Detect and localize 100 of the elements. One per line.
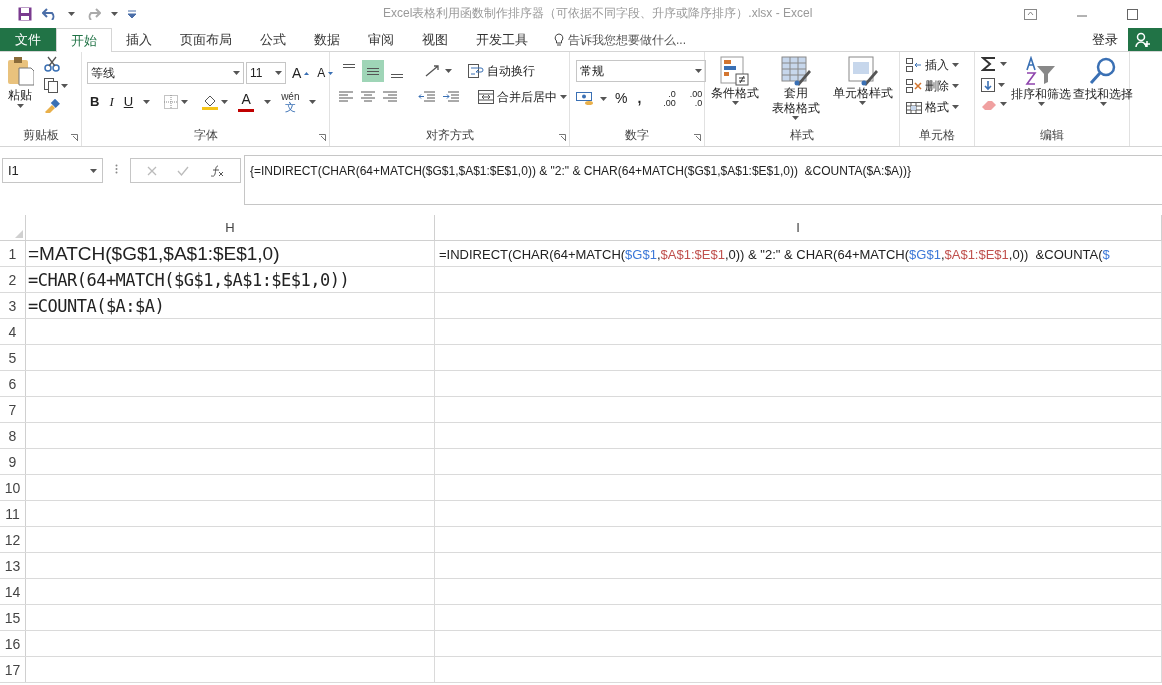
dialog-launcher-icon[interactable] [559, 134, 566, 141]
increase-decimal-button[interactable]: .0 .00 [655, 89, 676, 108]
caret-icon[interactable] [221, 100, 229, 104]
column-header[interactable]: H [26, 215, 435, 240]
caret-icon[interactable] [952, 84, 959, 88]
formula-field[interactable]: {=INDIRECT(CHAR(64+MATCH($G$1,$A$1:$E$1,0)) & "2:" & CHAR(64+MATCH($G$1,$A$1:$E$1,0)) &COUNTA($A:$A))} [244, 155, 1162, 205]
row-header[interactable]: 15 [0, 605, 26, 630]
caret-icon[interactable] [1037, 102, 1045, 106]
comma-button[interactable]: , [637, 88, 642, 109]
caret-icon[interactable] [68, 12, 75, 16]
row-header[interactable]: 12 [0, 527, 26, 552]
decrease-indent-icon[interactable] [418, 91, 436, 103]
caret-icon[interactable] [111, 12, 118, 16]
fill-down-icon[interactable] [981, 78, 995, 92]
ribbon-tab[interactable]: 页面布局 [166, 28, 246, 51]
format-cells-button[interactable]: 格式 [906, 98, 959, 116]
caret-icon[interactable] [445, 69, 452, 73]
row-header[interactable]: 2 [0, 267, 26, 292]
caret-icon[interactable] [731, 101, 739, 105]
tell-me-field[interactable]: 告诉我您想要做什么... [568, 30, 728, 49]
row-header[interactable]: 10 [0, 475, 26, 500]
format-painter-icon[interactable] [44, 99, 60, 113]
bold-button[interactable]: B [90, 92, 100, 112]
conditional-format-button[interactable]: 条件格式 [705, 52, 766, 126]
dialog-launcher-icon[interactable] [71, 134, 78, 141]
ribbon-tab[interactable]: 视图 [408, 28, 462, 51]
caret-icon[interactable] [61, 83, 68, 88]
ribbon-tab[interactable]: 文件 [0, 28, 56, 51]
font-name-dropdown[interactable]: 等线 [87, 62, 244, 84]
ribbon-tab[interactable]: 插入 [112, 28, 166, 51]
maximize-icon[interactable] [1127, 8, 1138, 20]
merge-center-button[interactable]: 合并后居中 [478, 88, 567, 106]
delete-cells-button[interactable]: 删除 [906, 77, 959, 95]
percent-button[interactable]: % [615, 88, 628, 109]
shrink-font-button[interactable]: A [317, 64, 334, 82]
caret-icon[interactable] [181, 100, 189, 104]
row-header[interactable]: 6 [0, 371, 26, 396]
caret-icon[interactable] [16, 104, 24, 108]
row-header[interactable]: 11 [0, 501, 26, 526]
save-icon[interactable] [18, 7, 32, 21]
font-size-dropdown[interactable]: 11 [246, 62, 286, 84]
cell-styles-button[interactable]: 单元格样式 [826, 52, 899, 126]
row-header[interactable]: 1 [0, 241, 26, 266]
row-header[interactable]: 5 [0, 345, 26, 370]
dialog-launcher-icon[interactable] [319, 134, 326, 141]
customize-icon[interactable] [128, 10, 136, 18]
caret-icon[interactable] [264, 100, 272, 104]
caret-icon[interactable] [1099, 102, 1107, 106]
phonetic-button[interactable]: wén 文 [281, 92, 300, 112]
grow-font-button[interactable]: A [292, 62, 310, 84]
ribbon-tab[interactable]: 开始 [56, 28, 112, 52]
lightbulb-icon[interactable] [554, 32, 564, 47]
row-header[interactable]: 4 [0, 319, 26, 344]
number-format-dropdown[interactable]: 常规 [576, 60, 706, 82]
row-header[interactable]: 7 [0, 397, 26, 422]
row-header[interactable]: 9 [0, 449, 26, 474]
fill-color-icon[interactable] [202, 94, 219, 110]
ribbon-tab[interactable]: 审阅 [354, 28, 408, 51]
share-button[interactable] [1128, 28, 1162, 51]
caret-icon[interactable] [792, 116, 800, 120]
caret-icon[interactable] [90, 168, 97, 173]
caret-icon[interactable] [998, 83, 1005, 87]
scissors-icon[interactable] [44, 56, 60, 72]
ribbon-display-icon[interactable] [1024, 8, 1037, 20]
font-color-button[interactable]: A [238, 92, 255, 112]
underline-button[interactable]: U [123, 92, 134, 112]
middle-align-button[interactable] [362, 60, 384, 82]
insert-cells-button[interactable]: 插入 [906, 56, 959, 74]
caret-icon[interactable] [859, 101, 867, 105]
ribbon-tab[interactable]: 数据 [300, 28, 354, 51]
function-icon[interactable] [209, 164, 224, 177]
row-header[interactable]: 3 [0, 293, 26, 318]
caret-icon[interactable] [1000, 102, 1007, 106]
decrease-decimal-button[interactable]: .00 .0 [681, 89, 703, 108]
name-box[interactable]: I1 [2, 158, 103, 183]
paste-button[interactable]: 粘贴 [0, 52, 40, 126]
caret-icon[interactable] [952, 63, 959, 67]
orientation-icon[interactable] [424, 64, 442, 78]
row-header[interactable]: 17 [0, 657, 26, 682]
sum-icon[interactable] [981, 56, 997, 72]
caret-icon[interactable] [695, 69, 702, 73]
sort-filter-button[interactable]: 排序和筛选 [1011, 52, 1071, 126]
column-header[interactable]: I [435, 215, 1162, 240]
caret-icon[interactable] [309, 100, 317, 104]
row-header[interactable]: 8 [0, 423, 26, 448]
caret-icon[interactable] [952, 105, 959, 109]
row-header[interactable]: 16 [0, 631, 26, 656]
caret-icon[interactable] [143, 100, 151, 104]
dialog-launcher-icon[interactable] [694, 134, 701, 141]
wrap-text-button[interactable]: 自动换行 [468, 62, 535, 80]
increase-indent-icon[interactable] [442, 91, 460, 103]
caret-icon[interactable] [600, 96, 607, 101]
ribbon-tab[interactable]: 公式 [246, 28, 300, 51]
italic-button[interactable]: I [109, 92, 114, 112]
currency-icon[interactable] [576, 90, 594, 107]
find-select-button[interactable]: 查找和选择 [1073, 52, 1133, 126]
sign-in-link[interactable]: 登录 [1082, 28, 1128, 51]
caret-icon[interactable] [560, 95, 567, 99]
row-header[interactable]: 14 [0, 579, 26, 604]
ribbon-tab[interactable]: 开发工具 [462, 28, 542, 51]
